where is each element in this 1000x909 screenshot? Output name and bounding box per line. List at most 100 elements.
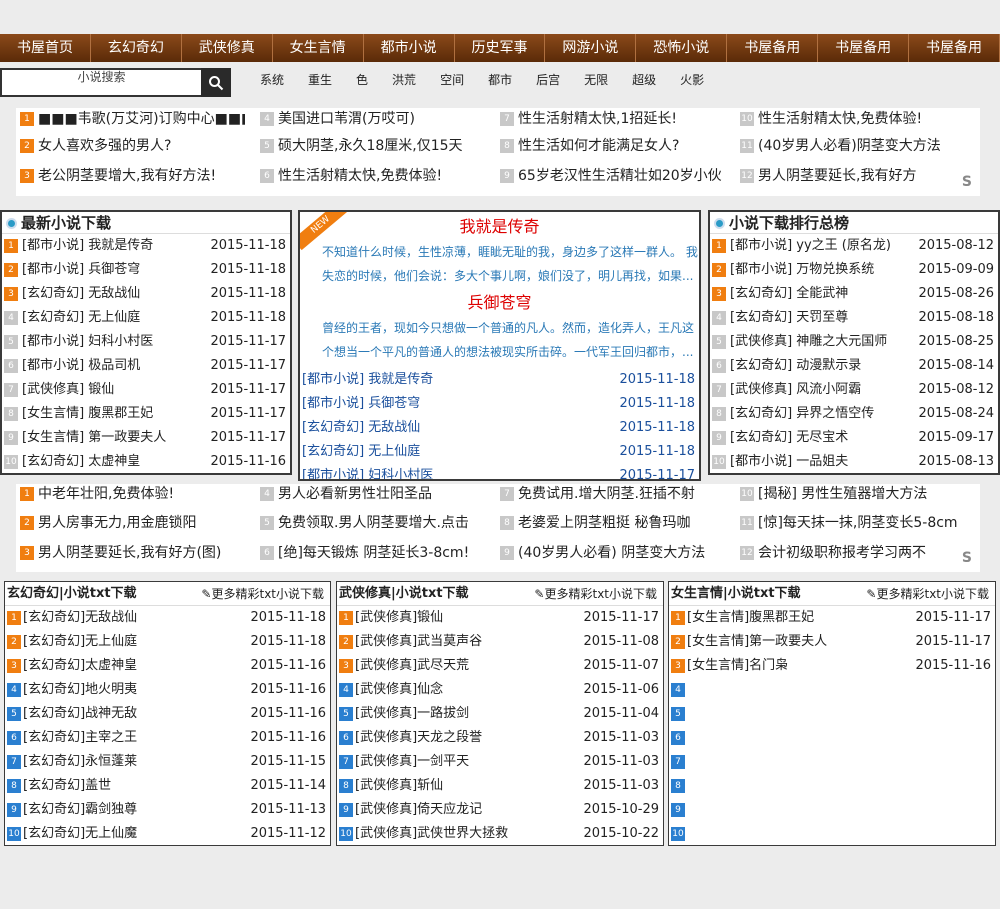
- search-button[interactable]: [201, 68, 231, 97]
- tag-link[interactable]: 洪荒: [392, 72, 416, 88]
- ad-link[interactable]: 6 [绝]每天锻炼 阴茎延长3-8cm!: [260, 541, 485, 565]
- nav-link[interactable]: 书屋首页: [0, 34, 91, 62]
- list-item[interactable]: 4 [武侠修真]仙念 2015-11-06: [337, 678, 663, 702]
- tag-link[interactable]: 色: [356, 72, 368, 88]
- nav-link[interactable]: 网游小说: [545, 34, 637, 62]
- list-item[interactable]: 8 [玄幻奇幻]盖世 2015-11-14: [5, 774, 330, 798]
- list-item[interactable]: 10: [669, 822, 995, 846]
- nav-link[interactable]: 书屋备用: [909, 34, 1000, 62]
- list-item[interactable]: 10 [玄幻奇幻]无上仙魔 2015-11-12: [5, 822, 330, 846]
- list-item[interactable]: [都市小说] 我就是传奇 2015-11-18: [300, 368, 699, 392]
- list-item[interactable]: 4 [玄幻奇幻] 无上仙庭 2015-11-18: [2, 306, 290, 330]
- list-item[interactable]: 2 [女生言情]第一政要夫人 2015-11-17: [669, 630, 995, 654]
- list-item[interactable]: 2 [都市小说] 兵御苍穹 2015-11-18: [2, 258, 290, 282]
- nav-link[interactable]: 书屋备用: [818, 34, 910, 62]
- ad-link[interactable]: 1 中老年壮阳,免费体验!: [20, 482, 245, 506]
- list-item[interactable]: 2 [武侠修真]武当莫声谷 2015-11-08: [337, 630, 663, 654]
- more-link[interactable]: ✎更多精彩txt小说下载: [534, 582, 657, 606]
- tag-link[interactable]: 系统: [260, 72, 284, 88]
- ad-link[interactable]: 3 男人阴茎要延长,我有好方(图): [20, 541, 245, 565]
- list-item[interactable]: 7 [武侠修真]一剑平天 2015-11-03: [337, 750, 663, 774]
- list-item[interactable]: 1 [女生言情]腹黑郡王妃 2015-11-17: [669, 606, 995, 630]
- list-item[interactable]: 9: [669, 798, 995, 822]
- nav-link[interactable]: 历史军事: [455, 34, 546, 62]
- featured-title-1[interactable]: 我就是传奇: [300, 212, 699, 240]
- list-item[interactable]: 9 [女生言情] 第一政要夫人 2015-11-17: [2, 426, 290, 450]
- list-item[interactable]: 1 [玄幻奇幻]无敌战仙 2015-11-18: [5, 606, 330, 630]
- list-item[interactable]: 2 [都市小说] 万物兑换系统 2015-09-09: [710, 258, 998, 282]
- nav-link[interactable]: 恐怖小说: [636, 34, 728, 62]
- list-item[interactable]: 1 [都市小说] 我就是传奇 2015-11-18: [2, 234, 290, 258]
- ad-link[interactable]: 9 65岁老汉性生活精壮如20岁小伙: [500, 164, 725, 188]
- ad-link[interactable]: 6 性生活射精太快,免费体验!: [260, 164, 485, 188]
- ad-link[interactable]: 11 [惊]每天抹一抹,阴茎变长5-8cm: [740, 511, 965, 535]
- list-item[interactable]: 1 [都市小说] yy之王 (原名龙) 2015-08-12: [710, 234, 998, 258]
- ad-link[interactable]: 4 美国进口苇渭(万哎可): [260, 107, 485, 131]
- tag-link[interactable]: 后宫: [536, 72, 560, 88]
- tag-link[interactable]: 火影: [680, 72, 704, 88]
- nav-link[interactable]: 女生言情: [273, 34, 364, 62]
- list-item[interactable]: [都市小说] 妇科小村医 2015-11-17: [300, 464, 699, 479]
- list-item[interactable]: 3 [玄幻奇幻] 全能武神 2015-08-26: [710, 282, 998, 306]
- ad-link[interactable]: 9 (40岁男人必看) 阴茎变大方法: [500, 541, 725, 565]
- nav-link[interactable]: 武侠修真: [182, 34, 273, 62]
- list-item[interactable]: 8 [女生言情] 腹黑郡王妃 2015-11-17: [2, 402, 290, 426]
- ad-link[interactable]: 10 性生活射精太快,免费体验!: [740, 107, 965, 131]
- list-item[interactable]: [玄幻奇幻] 无敌战仙 2015-11-18: [300, 416, 699, 440]
- list-item[interactable]: 5 [武侠修真] 神雕之大元国师 2015-08-25: [710, 330, 998, 354]
- list-item[interactable]: 6 [玄幻奇幻] 动漫默示录 2015-08-14: [710, 354, 998, 378]
- ad-link[interactable]: 11 (40岁男人必看)阴茎变大方法: [740, 134, 965, 158]
- list-item[interactable]: 6 [武侠修真]天龙之段誉 2015-11-03: [337, 726, 663, 750]
- list-item[interactable]: 3 [玄幻奇幻] 无敌战仙 2015-11-18: [2, 282, 290, 306]
- tag-link[interactable]: 重生: [308, 72, 332, 88]
- ad-link[interactable]: 7 免费试用.增大阴茎.狂插不射: [500, 482, 725, 506]
- list-item[interactable]: 1 [武侠修真]锻仙 2015-11-17: [337, 606, 663, 630]
- list-item[interactable]: 6 [都市小说] 极品司机 2015-11-17: [2, 354, 290, 378]
- tag-link[interactable]: 都市: [488, 72, 512, 88]
- featured-title-2[interactable]: 兵御苍穹: [300, 288, 699, 316]
- list-item[interactable]: 6 [玄幻奇幻]主宰之王 2015-11-16: [5, 726, 330, 750]
- more-link[interactable]: ✎更多精彩txt小说下载: [866, 582, 989, 606]
- search-input[interactable]: 小说搜索: [0, 68, 203, 97]
- ad-link[interactable]: 10 [揭秘] 男性生殖器增大方法: [740, 482, 965, 506]
- more-link[interactable]: ✎更多精彩txt小说下载: [201, 582, 324, 606]
- ad-link[interactable]: 8 性生活如何才能满足女人?: [500, 134, 725, 158]
- ad-link[interactable]: 8 老婆爱上阴茎粗挺 秘鲁玛咖: [500, 511, 725, 535]
- list-item[interactable]: 10 [都市小说] 一品姐夫 2015-08-13: [710, 450, 998, 474]
- list-item[interactable]: 4: [669, 678, 995, 702]
- tag-link[interactable]: 空间: [440, 72, 464, 88]
- list-item[interactable]: 7 [玄幻奇幻]永恒蓬莱 2015-11-15: [5, 750, 330, 774]
- list-item[interactable]: 9 [武侠修真]倚天应龙记 2015-10-29: [337, 798, 663, 822]
- list-item[interactable]: [都市小说] 兵御苍穹 2015-11-18: [300, 392, 699, 416]
- list-item[interactable]: 7 [武侠修真] 风流小阿霸 2015-08-12: [710, 378, 998, 402]
- list-item[interactable]: 7 [武侠修真] 锻仙 2015-11-17: [2, 378, 290, 402]
- list-item[interactable]: 10 [玄幻奇幻] 太虚神皇 2015-11-16: [2, 450, 290, 474]
- list-item[interactable]: 3 [玄幻奇幻]太虚神皇 2015-11-16: [5, 654, 330, 678]
- ad-link[interactable]: 5 免费领取.男人阴茎要增大.点击: [260, 511, 485, 535]
- list-item[interactable]: 3 [武侠修真]武尽天荒 2015-11-07: [337, 654, 663, 678]
- list-item[interactable]: 4 [玄幻奇幻]地火明夷 2015-11-16: [5, 678, 330, 702]
- list-item[interactable]: 8: [669, 774, 995, 798]
- list-item[interactable]: 7: [669, 750, 995, 774]
- nav-link[interactable]: 书屋备用: [727, 34, 819, 62]
- nav-link[interactable]: 玄幻奇幻: [91, 34, 182, 62]
- ad-link[interactable]: 4 男人必看新男性壮阳圣品: [260, 482, 485, 506]
- list-item[interactable]: 10 [武侠修真]武侠世界大拯救 2015-10-22: [337, 822, 663, 846]
- list-item[interactable]: 9 [玄幻奇幻]霸剑独尊 2015-11-13: [5, 798, 330, 822]
- list-item[interactable]: 8 [玄幻奇幻] 异界之悟空传 2015-08-24: [710, 402, 998, 426]
- list-item[interactable]: [玄幻奇幻] 无上仙庭 2015-11-18: [300, 440, 699, 464]
- list-item[interactable]: 4 [玄幻奇幻] 天罚至尊 2015-08-18: [710, 306, 998, 330]
- list-item[interactable]: 3 [女生言情]名门枭 2015-11-16: [669, 654, 995, 678]
- nav-link[interactable]: 都市小说: [364, 34, 455, 62]
- tag-link[interactable]: 超级: [632, 72, 656, 88]
- list-item[interactable]: 5 [武侠修真]一路拔剑 2015-11-04: [337, 702, 663, 726]
- ad-link[interactable]: 2 女人喜欢多强的男人?: [20, 134, 245, 158]
- ad-link[interactable]: 5 硕大阴茎,永久18厘米,仅15天: [260, 134, 485, 158]
- ad-link[interactable]: 2 男人房事无力,用金鹿锁阳: [20, 511, 245, 535]
- list-item[interactable]: 6: [669, 726, 995, 750]
- ad-link[interactable]: 7 性生活射精太快,1招延长!: [500, 107, 725, 131]
- list-item[interactable]: 8 [武侠修真]斩仙 2015-11-03: [337, 774, 663, 798]
- ad-link[interactable]: 12 会计初级职称报考学习两不: [740, 541, 965, 565]
- list-item[interactable]: 5 [都市小说] 妇科小村医 2015-11-17: [2, 330, 290, 354]
- ad-link[interactable]: 3 老公阴茎要增大,我有好方法!: [20, 164, 245, 188]
